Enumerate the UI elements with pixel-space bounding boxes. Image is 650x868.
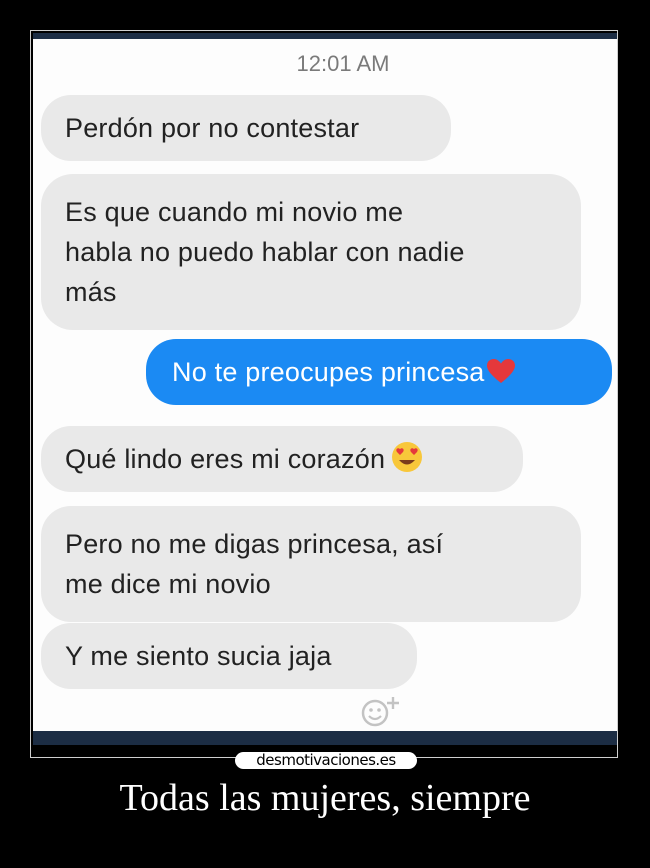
message-text-line: Es que cuando mi novio me [65,197,404,227]
top-status-bar [33,33,617,39]
message-text-line: más [65,277,117,307]
message-text: Qué lindo eres mi corazón [65,444,386,474]
message-bubble-outgoing[interactable]: No te preocupes princesa [146,339,612,405]
message-text: Y me siento sucia jaja [65,641,332,671]
message-text: Perdón por no contestar [65,113,360,143]
chat-screenshot: 12:01 AM Perdón por no contestar Es que … [33,33,617,745]
message-text-line: Pero no me digas princesa, así [65,529,444,559]
red-heart-icon [486,356,516,383]
message-bubble-incoming[interactable]: Pero no me digas princesa, así me dice m… [41,506,581,622]
add-reaction-button[interactable] [358,693,410,729]
message-text-line: me dice mi novio [65,569,271,599]
message-text: No te preocupes princesa [172,357,485,387]
message-timestamp: 12:01 AM [296,51,390,76]
message-bubble-incoming[interactable]: Es que cuando mi novio me habla no puedo… [41,174,581,330]
message-bubble-incoming[interactable]: Qué lindo eres mi corazón [41,426,523,492]
bottom-bar [33,731,617,745]
poster-caption: Todas las mujeres, siempre [119,777,531,819]
message-bubble-incoming[interactable]: Y me siento sucia jaja [41,623,417,689]
message-text-line: habla no puedo hablar con nadie [65,237,465,267]
message-bubble-incoming[interactable]: Perdón por no contestar [41,95,451,161]
heart-eyes-emoji-icon [391,441,423,473]
site-watermark: desmotivaciones.es [235,752,417,769]
